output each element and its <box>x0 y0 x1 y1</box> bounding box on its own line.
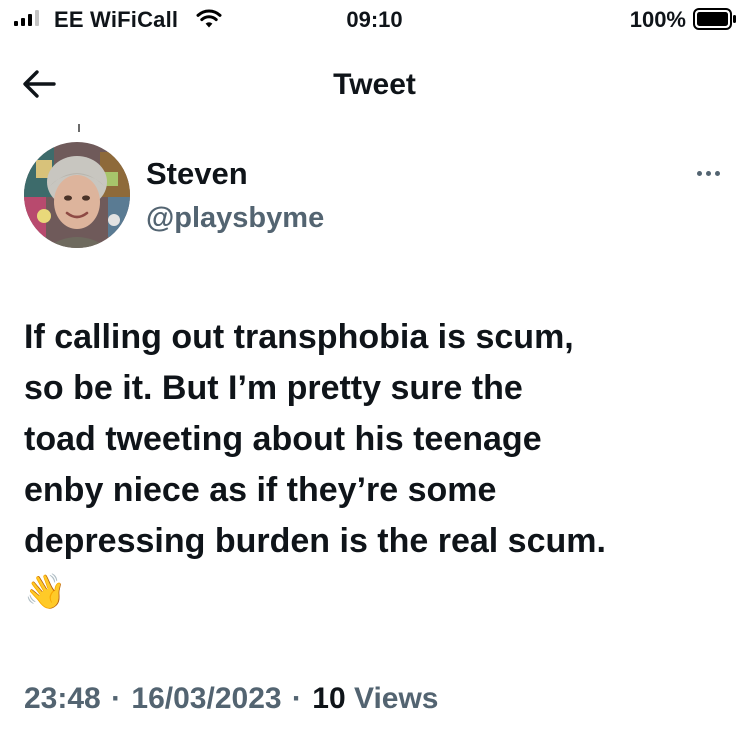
thread-line <box>78 124 80 132</box>
status-bar: EE WiFiCall 09:10 100% <box>0 0 749 44</box>
views-label[interactable]: Views <box>354 682 439 715</box>
views-count[interactable]: 10 <box>312 682 345 715</box>
page-title: Tweet <box>333 68 416 101</box>
author-handle[interactable]: @playsbyme <box>146 202 324 235</box>
battery-percentage: 100% <box>629 7 686 32</box>
meta-separator: · <box>291 682 302 715</box>
battery-icon <box>693 8 736 30</box>
tweet-time: 23:48 <box>24 682 101 715</box>
author-name[interactable]: Steven <box>146 156 248 192</box>
tweet-meta: 23:48 · 16/03/2023 · 10 Views <box>24 682 439 716</box>
avatar[interactable] <box>24 142 130 248</box>
top-header: Tweet <box>0 58 749 110</box>
meta-separator: · <box>111 682 122 715</box>
tweet-text: If calling out transphobia is scum, so b… <box>24 318 606 611</box>
tweet-date: 16/03/2023 <box>131 682 282 715</box>
ellipsis-icon[interactable] <box>690 160 726 186</box>
